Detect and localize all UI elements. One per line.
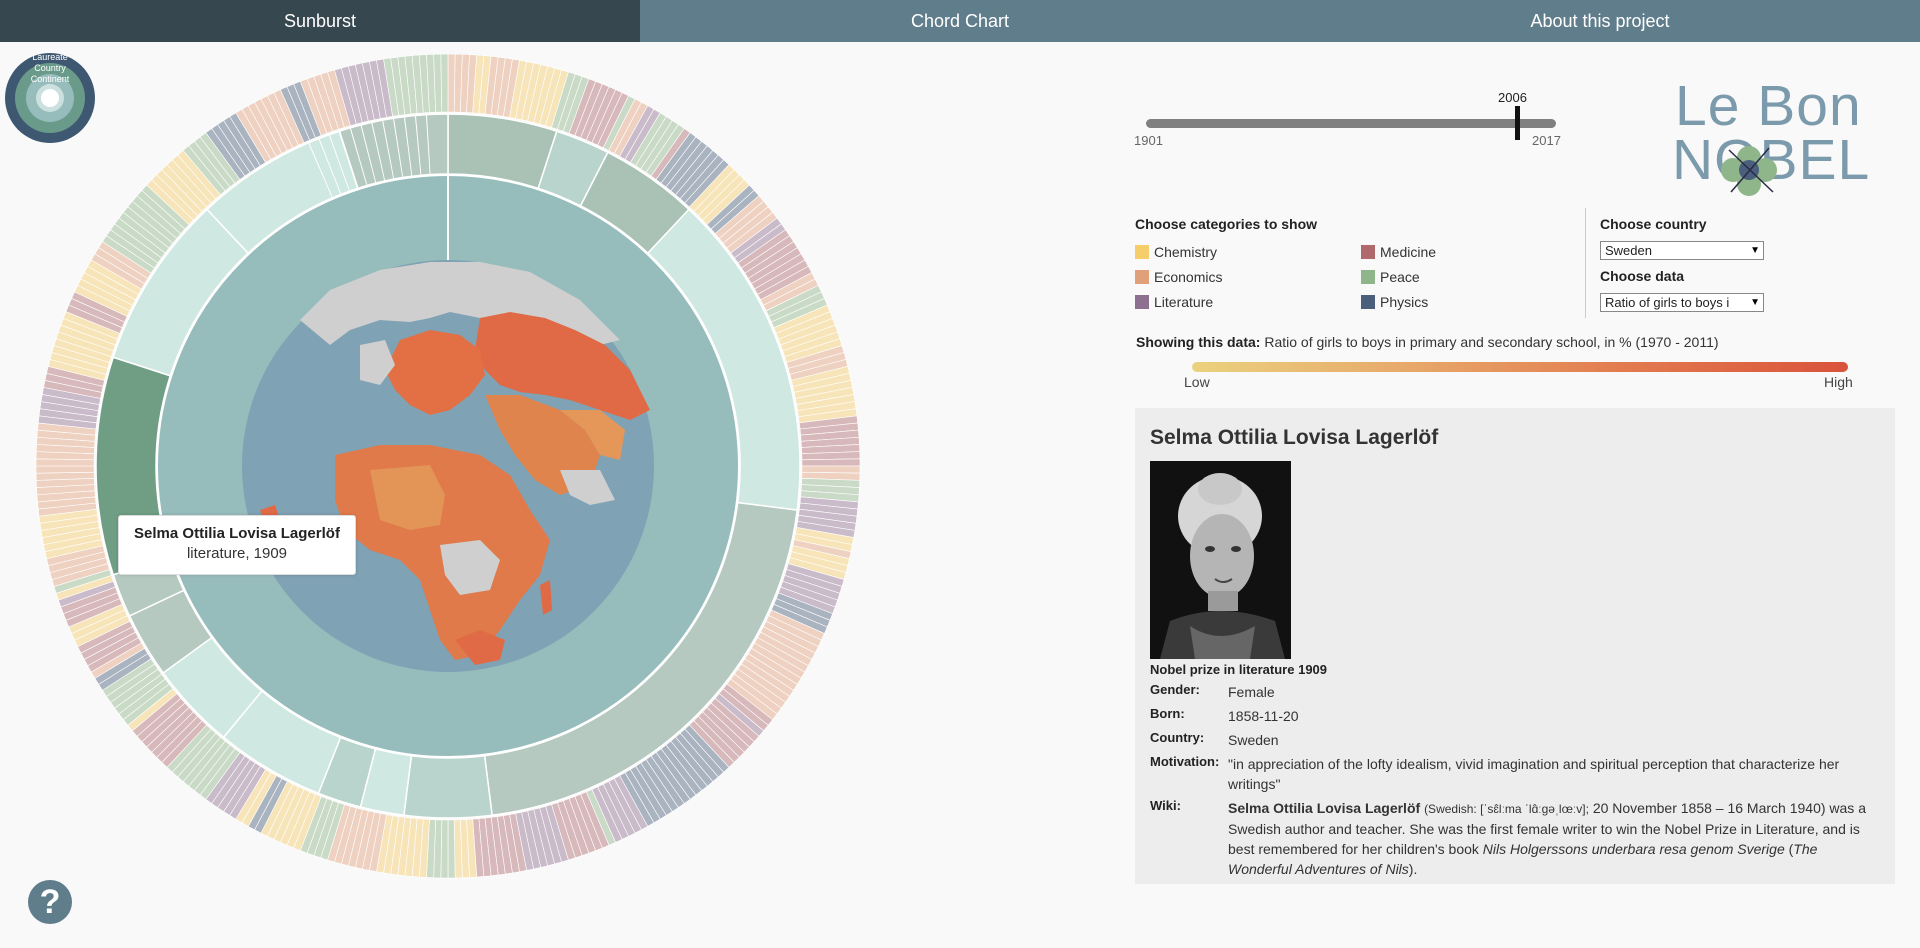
category-economics[interactable]: Economics: [1135, 269, 1222, 285]
chevron-down-icon: ▼: [1750, 245, 1760, 256]
country-key: Country:: [1150, 730, 1205, 745]
category-filter: Choose categories to show Chemistry Medi…: [1135, 216, 1575, 310]
born-value: 1858-11-20: [1228, 708, 1299, 724]
slider-max-year: 2017: [1532, 133, 1561, 148]
category-label: Medicine: [1380, 244, 1437, 260]
country-title: Choose country: [1600, 216, 1707, 232]
country-select-value: Sweden: [1605, 243, 1652, 258]
year-slider[interactable]: 2006 1901 2017: [1132, 88, 1572, 158]
laureate-slice[interactable]: [35, 465, 95, 474]
category-label: Physics: [1380, 294, 1429, 310]
tab-chord-chart[interactable]: Chord Chart: [640, 0, 1280, 42]
born-row: Born: 1858-11-20: [1150, 706, 1880, 726]
laureate-portrait: [1150, 461, 1291, 659]
literature-swatch: [1135, 295, 1149, 309]
showing-text: Ratio of girls to boys in primary and se…: [1264, 334, 1719, 350]
category-physics[interactable]: Physics: [1361, 294, 1428, 310]
category-label: Economics: [1154, 269, 1223, 285]
country-segment[interactable]: [403, 754, 493, 819]
motivation-value: "in appreciation of the lofty idealism, …: [1228, 756, 1840, 792]
wiki-book-title[interactable]: Nils Holgerssons underbara resa genom Sv…: [1483, 841, 1785, 857]
legend-country-label: Country: [34, 63, 66, 73]
economics-swatch: [1135, 270, 1149, 284]
help-icon: ?: [39, 882, 61, 921]
motivation-key: Motivation:: [1150, 754, 1220, 769]
category-label: Chemistry: [1154, 244, 1218, 260]
gender-value: Female: [1228, 684, 1275, 700]
gender-row: Gender: Female: [1150, 682, 1880, 702]
tooltip-category-year: literature, 1909: [186, 545, 288, 562]
motivation-row: Motivation: "in appreciation of the lofty…: [1150, 754, 1880, 794]
data-select-value: Ratio of girls to boys i: [1605, 295, 1730, 310]
sunburst-tooltip: Selma Ottilia Lovisa Lagerlöf literature…: [118, 515, 356, 575]
laureate-slice[interactable]: [440, 53, 449, 113]
color-scale-bar: [1192, 362, 1848, 372]
showing-data-line: Showing this data: Ratio of girls to boy…: [1136, 334, 1719, 350]
laureate-details: Gender: Female Born: 1858-11-20 Country: Sw…: [1150, 682, 1880, 883]
category-literature[interactable]: Literature: [1135, 294, 1213, 310]
laureate-name: Selma Ottilia Lovisa Lagerlöf: [1150, 426, 1439, 449]
help-button[interactable]: ?: [28, 880, 72, 924]
legend-continent-label: Continent: [31, 74, 70, 84]
chevron-down-icon: ▼: [1750, 297, 1760, 308]
data-title: Choose data: [1600, 268, 1685, 284]
ring-legend-icon[interactable]: Laureate Country Continent: [4, 52, 96, 144]
laureate-info-panel: Selma Ottilia Lovisa Lagerlöf Nobel priz…: [1135, 408, 1895, 884]
flower-icon: [1721, 146, 1777, 196]
laureate-slice[interactable]: [447, 819, 456, 879]
sahel-countries[interactable]: [370, 465, 445, 530]
wiki-ipa: (Swedish: [ˈsɛ̂lːma ˈlɑ̂ːɡəˌlœːv];: [1424, 802, 1589, 816]
country-value: Sweden: [1228, 732, 1279, 748]
category-label: Literature: [1154, 294, 1214, 310]
country-row: Country: Sweden: [1150, 730, 1880, 750]
tab-sunburst[interactable]: Sunburst: [0, 0, 640, 42]
le-bon-nobel-logo: Le Bon NOBEL: [1672, 76, 1887, 196]
slider-current-year: 2006: [1498, 90, 1527, 105]
top-navigation: Sunburst Chord Chart About this project: [0, 0, 1920, 42]
legend-laureate-label: Laureate: [32, 52, 68, 62]
slider-min-year: 1901: [1134, 133, 1163, 148]
sunburst-chart[interactable]: [0, 42, 900, 948]
scale-high-label: High: [1824, 374, 1853, 390]
wiki-name: Selma Ottilia Lovisa Lagerlöf: [1228, 800, 1421, 816]
wiki-text: Selma Ottilia Lovisa Lagerlöf (Swedish: …: [1228, 798, 1880, 879]
born-key: Born:: [1150, 706, 1185, 721]
category-title: Choose categories to show: [1135, 216, 1318, 232]
category-label: Peace: [1380, 269, 1420, 285]
globe-map[interactable]: [242, 260, 654, 672]
wiki-key: Wiki:: [1150, 798, 1181, 813]
wiki-row: Wiki: Selma Ottilia Lovisa Lagerlöf (Swe…: [1150, 798, 1880, 879]
category-chemistry[interactable]: Chemistry: [1135, 244, 1217, 260]
tab-about-project[interactable]: About this project: [1280, 0, 1920, 42]
data-select[interactable]: Ratio of girls to boys i ▼: [1600, 293, 1764, 312]
chemistry-swatch: [1135, 245, 1149, 259]
physics-swatch: [1361, 295, 1375, 309]
medicine-swatch: [1361, 245, 1375, 259]
category-peace[interactable]: Peace: [1361, 269, 1420, 285]
laureate-slice[interactable]: [801, 458, 861, 467]
scale-low-label: Low: [1184, 374, 1210, 390]
slider-handle[interactable]: [1515, 106, 1521, 140]
slider-track[interactable]: [1146, 119, 1556, 128]
category-medicine[interactable]: Medicine: [1361, 244, 1436, 260]
gender-key: Gender:: [1150, 682, 1200, 697]
tooltip-name: Selma Ottilia Lovisa Lagerlöf: [134, 525, 340, 542]
wiki-end: ).: [1408, 861, 1418, 877]
country-data-controls: Choose country Sweden ▼ Choose data Ratio…: [1600, 216, 1780, 312]
peace-swatch: [1361, 270, 1375, 284]
prize-line: Nobel prize in literature 1909: [1150, 662, 1328, 677]
section-divider: [1585, 208, 1586, 318]
logo-line-1: Le Bon: [1675, 74, 1862, 138]
country-select[interactable]: Sweden ▼: [1600, 241, 1764, 260]
showing-label: Showing this data:: [1136, 334, 1261, 350]
